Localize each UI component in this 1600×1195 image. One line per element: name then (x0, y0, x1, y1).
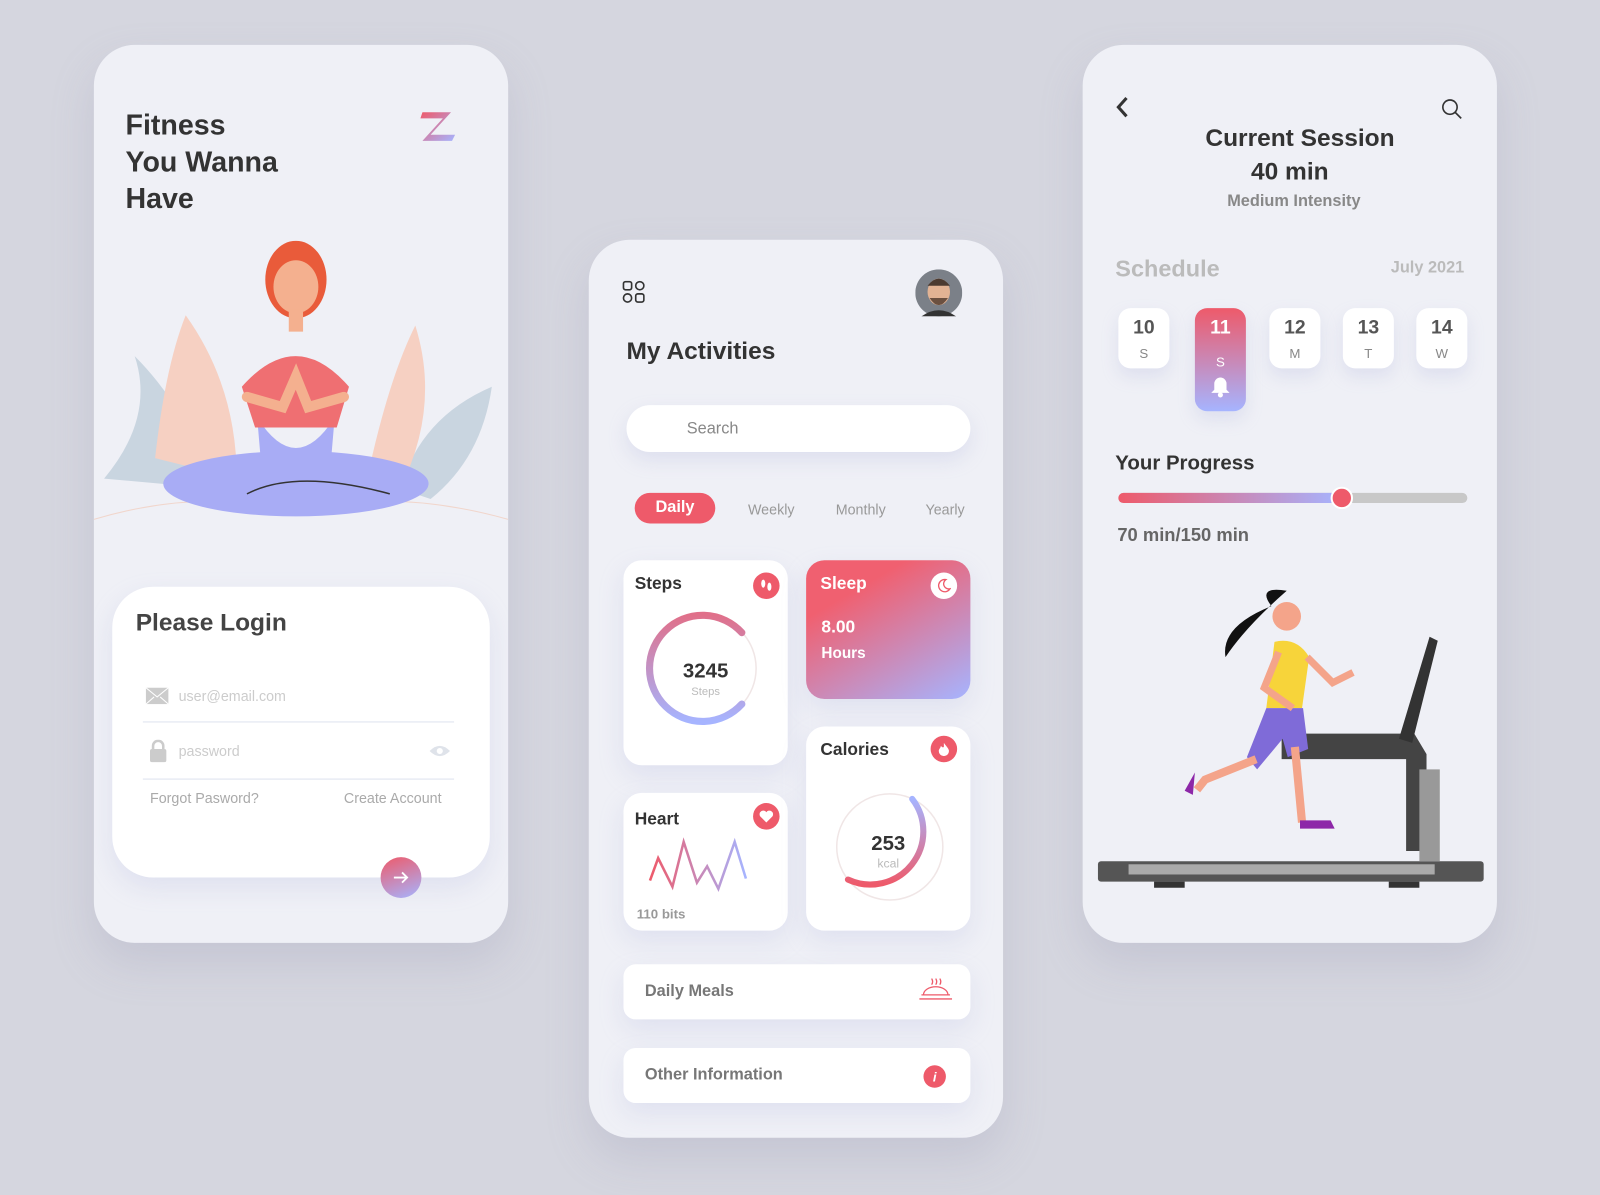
login-screen: Fitness You Wanna Have Please Login user… (93, 44, 509, 943)
eye-icon[interactable] (429, 744, 451, 758)
lock-icon (149, 739, 167, 763)
daily-meals-row[interactable]: Daily Meals (623, 964, 971, 1020)
other-information-label: Other Information (644, 1066, 783, 1084)
daily-meals-label: Daily Meals (644, 982, 734, 1000)
day-weekday: W (1435, 345, 1449, 362)
headline-line: You Wanna (125, 145, 278, 178)
day-weekday: S (1215, 354, 1225, 370)
login-headline: Fitness You Wanna Have (126, 107, 278, 217)
other-information-row[interactable]: Other Information i (623, 1047, 971, 1104)
tab-daily[interactable]: Daily (634, 492, 716, 524)
password-field[interactable]: password (142, 739, 455, 780)
headline-line: Have (125, 182, 194, 215)
steps-unit: Steps (691, 685, 720, 698)
steps-card[interactable]: Steps 3245 Steps (623, 560, 788, 766)
password-placeholder: password (178, 742, 240, 760)
create-account-link[interactable]: Create Account (344, 790, 442, 806)
login-submit-button[interactable] (380, 857, 422, 898)
sleep-card[interactable]: Sleep 8.00 Hours (806, 560, 971, 699)
steps-value: 3245 (682, 660, 729, 683)
heart-icon (753, 803, 780, 830)
progress-fill (1118, 492, 1342, 504)
envelope-icon (145, 687, 169, 705)
schedule-month: July 2021 (1390, 259, 1465, 277)
heart-rate-line (648, 837, 748, 893)
heart-value: 110 bits (636, 906, 686, 922)
session-intensity: Medium Intensity (1227, 192, 1361, 211)
session-title: Current Session (1205, 124, 1395, 153)
day-weekday: S (1139, 345, 1149, 362)
user-avatar[interactable] (915, 269, 963, 317)
day-weekday: T (1364, 345, 1373, 362)
info-icon: i (923, 1065, 946, 1088)
progress-thumb[interactable] (1330, 486, 1353, 510)
logo-icon (420, 112, 456, 141)
flame-icon (930, 735, 958, 763)
forgot-password-link[interactable]: Forgot Pasword? (150, 790, 259, 806)
progress-label: Your Progress (1115, 452, 1255, 475)
footprints-icon (753, 572, 780, 599)
day-number: 13 (1357, 317, 1380, 339)
headline-line: Fitness (125, 109, 226, 141)
day-number: 12 (1284, 317, 1306, 339)
calories-unit: kcal (877, 856, 900, 871)
calories-title: Calories (820, 739, 889, 760)
grid-menu-icon[interactable] (622, 280, 645, 303)
day-number: 11 (1210, 317, 1231, 339)
session-screen: Current Session 40 min Medium Intensity … (1082, 44, 1497, 943)
sleep-unit: Hours (821, 644, 866, 663)
search-placeholder: Search (686, 420, 739, 438)
treadmill-runner-illustration (1097, 589, 1484, 888)
bell-icon (1211, 377, 1230, 398)
calories-value: 253 (871, 832, 906, 856)
calories-card[interactable]: Calories 253 kcal (806, 726, 971, 931)
day-14[interactable]: 14 W (1416, 308, 1468, 369)
page-title: My Activities (626, 337, 776, 366)
search-icon[interactable] (1441, 98, 1463, 120)
sleep-value: 8.00 (821, 617, 856, 637)
back-chevron-icon[interactable] (1115, 96, 1129, 118)
email-field[interactable]: user@email.com (142, 685, 455, 723)
heart-card[interactable]: Heart 110 bits (623, 792, 788, 931)
schedule-label: Schedule (1115, 255, 1220, 282)
progress-text: 70 min/150 min (1117, 524, 1250, 545)
email-placeholder: user@email.com (178, 687, 286, 705)
heart-title: Heart (634, 809, 680, 829)
session-duration: 40 min (1250, 158, 1329, 186)
activities-screen: My Activities Search Daily Weekly Monthl… (588, 239, 1004, 1138)
steps-title: Steps (634, 573, 682, 593)
day-number: 14 (1431, 317, 1453, 339)
day-11-selected[interactable]: 11 S (1194, 308, 1246, 412)
meditation-illustration (93, 240, 509, 520)
tab-yearly[interactable]: Yearly (926, 501, 965, 517)
day-number: 10 (1133, 317, 1155, 339)
tab-weekly[interactable]: Weekly (748, 501, 795, 517)
search-input[interactable]: Search (626, 405, 971, 453)
sleep-title: Sleep (820, 573, 867, 593)
progress-slider[interactable] (1118, 486, 1468, 510)
meal-dish-icon (919, 978, 953, 1000)
day-10[interactable]: 10 S (1118, 308, 1170, 369)
day-13[interactable]: 13 T (1342, 308, 1394, 369)
moon-icon (930, 572, 958, 599)
tab-monthly[interactable]: Monthly (836, 501, 886, 517)
login-title: Please Login (135, 609, 287, 637)
arrow-right-icon (393, 871, 409, 884)
login-card: Please Login user@email.com password For… (112, 586, 490, 878)
day-12[interactable]: 12 M (1269, 308, 1321, 369)
day-weekday: M (1289, 345, 1301, 362)
